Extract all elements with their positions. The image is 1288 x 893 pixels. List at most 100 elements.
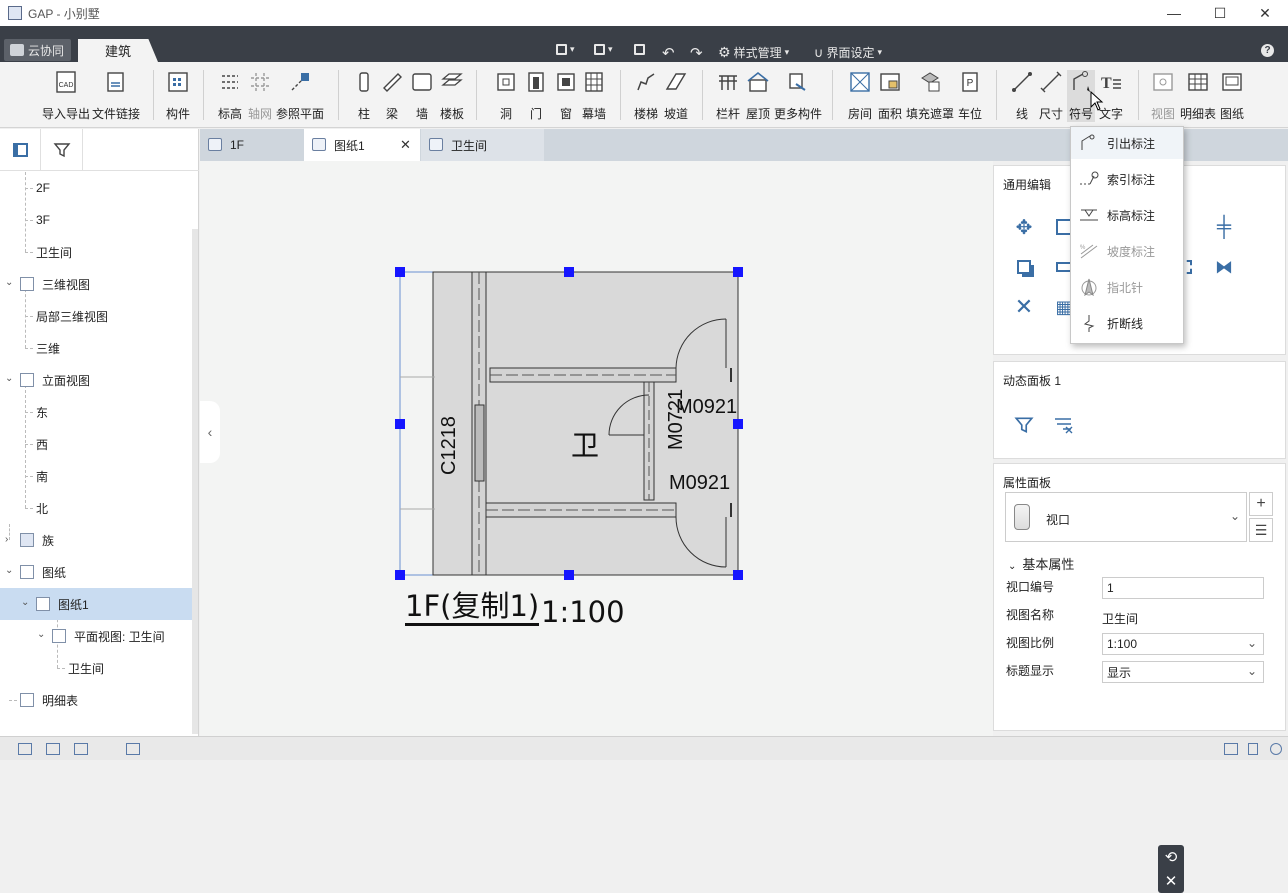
tab-1f[interactable]: 1F: [200, 129, 303, 161]
menu-item-break-line[interactable]: 折断线: [1071, 307, 1183, 339]
curtain-wall-button[interactable]: 幕墙: [582, 70, 606, 122]
type-selector[interactable]: 视口 ⌄: [1005, 492, 1247, 542]
schedule-button[interactable]: 明细表: [1180, 70, 1216, 122]
tab-building[interactable]: 建筑: [78, 39, 158, 62]
ramp-button[interactable]: 坡道: [664, 70, 688, 122]
help-button[interactable]: ?: [1261, 44, 1274, 57]
dimension-button[interactable]: 尺寸: [1039, 70, 1063, 122]
tree-item-bathroom[interactable]: 卫生间: [0, 236, 192, 268]
resize-handle[interactable]: [733, 267, 743, 277]
collapse-panel-button[interactable]: ‹: [200, 401, 220, 463]
fill-mask-button[interactable]: 填充遮罩: [906, 70, 954, 122]
view-scale-select[interactable]: 1:100 ⌄: [1102, 633, 1264, 655]
column-button[interactable]: 柱: [352, 70, 376, 122]
resize-handle[interactable]: [395, 267, 405, 277]
tab-bathroom[interactable]: 卫生间: [421, 129, 544, 161]
title-display-select[interactable]: 显示 ⌄: [1102, 661, 1264, 683]
undo-button[interactable]: ↶: [662, 44, 675, 62]
split-icon[interactable]: ╪: [1211, 214, 1237, 240]
filter-button[interactable]: [42, 129, 83, 171]
component-button[interactable]: 构件: [166, 70, 190, 122]
resize-handle[interactable]: [395, 419, 405, 429]
menu-item-north-arrow[interactable]: 指北针: [1071, 271, 1183, 303]
tree-item-3d[interactable]: 三维: [0, 332, 192, 364]
area-button[interactable]: 面积: [878, 70, 902, 122]
style-manage-button[interactable]: ⚙ 样式管理 ▾: [718, 44, 789, 61]
layout-tile-icon[interactable]: [18, 743, 32, 755]
tree-item-sheet1[interactable]: ⌄ 图纸1: [0, 588, 192, 620]
room-button[interactable]: 房间: [848, 70, 872, 122]
roof-button[interactable]: 屋顶: [746, 70, 770, 122]
new-file-button[interactable]: ▾: [556, 44, 575, 55]
status-settings-icon[interactable]: [1270, 743, 1282, 755]
browser-scrollbar[interactable]: [192, 229, 198, 734]
tree-group-sheets[interactable]: ⌄ 图纸: [0, 556, 192, 588]
level-button[interactable]: 标高: [218, 70, 242, 122]
tab-close-icon[interactable]: ✕: [400, 137, 411, 153]
tree-item-bathroom-view[interactable]: 卫生间: [0, 652, 192, 684]
line-button[interactable]: 线: [1010, 70, 1034, 122]
layout-split-icon[interactable]: [46, 743, 60, 755]
menu-item-leader-note[interactable]: 引出标注: [1071, 127, 1183, 159]
table-icon[interactable]: [126, 743, 140, 755]
delete-icon[interactable]: ✕: [1011, 294, 1037, 320]
menu-item-index-note[interactable]: 索引标注: [1071, 163, 1183, 195]
rotate-icon[interactable]: ⟲: [1165, 848, 1178, 866]
resize-handle[interactable]: [564, 570, 574, 580]
sheet-button[interactable]: 图纸: [1220, 70, 1244, 122]
grid-button[interactable]: 轴网: [248, 70, 272, 122]
clear-filter-icon[interactable]: [1051, 412, 1077, 438]
tab-sheet1[interactable]: 图纸1 ✕: [304, 129, 420, 161]
slab-button[interactable]: 楼板: [440, 70, 464, 122]
edit-type-button[interactable]: ☰: [1249, 518, 1273, 542]
tree-item-3f[interactable]: 3F: [0, 204, 192, 236]
tree-group-elevations[interactable]: ⌄ 立面视图: [0, 364, 192, 396]
maximize-button[interactable]: ☐: [1197, 0, 1243, 26]
opening-button[interactable]: 洞: [494, 70, 518, 122]
minimize-button[interactable]: —: [1151, 0, 1197, 26]
import-export-button[interactable]: CAD 导入导出: [42, 70, 90, 122]
mirror-icon[interactable]: ⧓: [1211, 254, 1237, 280]
move-icon[interactable]: ✥: [1011, 214, 1037, 240]
redo-button[interactable]: ↷: [690, 44, 703, 62]
tree-item-2f[interactable]: 2F: [0, 172, 192, 204]
status-page-icon[interactable]: [1248, 743, 1258, 755]
cloud-collab-button[interactable]: 云协同: [4, 39, 71, 61]
tree-item-north[interactable]: 北: [0, 492, 192, 524]
view-button[interactable]: 视图: [1151, 70, 1175, 122]
close-icon[interactable]: ✕: [1165, 872, 1178, 890]
close-button[interactable]: ✕: [1242, 0, 1288, 26]
drawing-canvas[interactable]: ‹ C1218 M0721 M0921 M0921 卫 1F(复制1) 1:10…: [200, 161, 1184, 893]
ui-settings-button[interactable]: ∪ 界面设定 ▾: [814, 44, 882, 61]
more-components-button[interactable]: 更多构件: [774, 70, 822, 122]
layout-grid-icon[interactable]: [74, 743, 88, 755]
file-link-button[interactable]: 文件链接: [92, 70, 140, 122]
tree-item-west[interactable]: 西: [0, 428, 192, 460]
wall-button[interactable]: 墙: [410, 70, 434, 122]
tree-group-3d-views[interactable]: ⌄ 三维视图: [0, 268, 192, 300]
menu-item-elevation-note[interactable]: 标高标注: [1071, 199, 1183, 231]
beam-button[interactable]: 梁: [380, 70, 404, 122]
resize-handle[interactable]: [564, 267, 574, 277]
save-button[interactable]: [634, 44, 645, 55]
status-view-icon[interactable]: [1224, 743, 1238, 755]
resize-handle[interactable]: [733, 570, 743, 580]
door-button[interactable]: 门: [524, 70, 548, 122]
window-button[interactable]: 窗: [554, 70, 578, 122]
tree-item-plan-view[interactable]: ⌄ 平面视图: 卫生间: [0, 620, 192, 652]
viewport-no-input[interactable]: 1: [1102, 577, 1264, 599]
tree-item-local-3d[interactable]: 局部三维视图: [0, 300, 192, 332]
stair-button[interactable]: 楼梯: [634, 70, 658, 122]
tree-item-schedule[interactable]: 明细表: [0, 684, 192, 716]
tree-item-south[interactable]: 南: [0, 460, 192, 492]
railing-button[interactable]: 栏杆: [716, 70, 740, 122]
array-icon[interactable]: [1011, 254, 1037, 280]
basic-props-header[interactable]: ⌄ 基本属性: [1008, 554, 1074, 573]
ref-plane-button[interactable]: 参照平面: [276, 70, 324, 122]
add-type-button[interactable]: +: [1249, 492, 1273, 516]
filter-icon[interactable]: [1011, 412, 1037, 438]
open-file-button[interactable]: ▾: [594, 44, 613, 55]
resize-handle[interactable]: [733, 419, 743, 429]
floor-plan-viewport[interactable]: C1218 M0721 M0921 M0921 卫: [395, 267, 745, 577]
tree-group-family[interactable]: › 族: [0, 524, 192, 556]
